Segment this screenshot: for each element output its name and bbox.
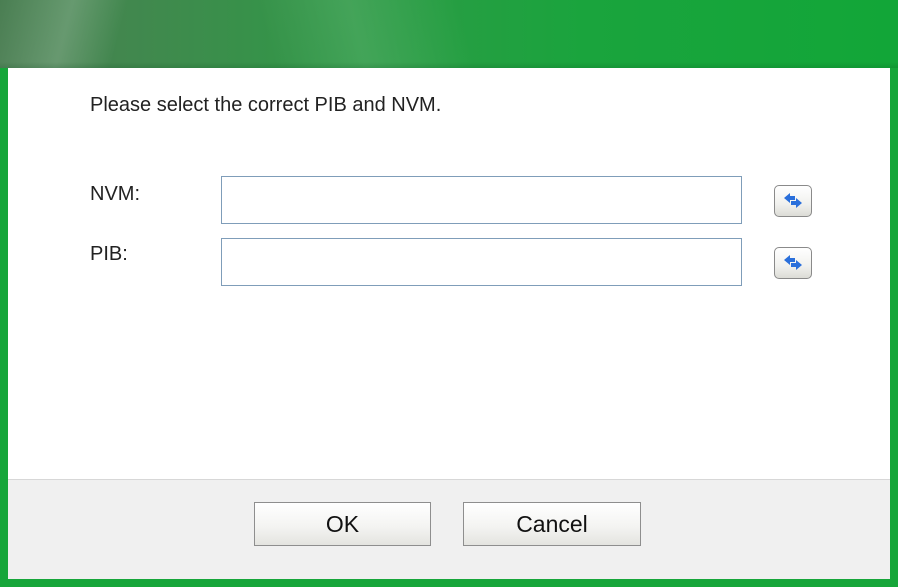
nvm-browse-button[interactable]: [774, 185, 812, 217]
nvm-input[interactable]: [221, 176, 742, 224]
button-bar: OK Cancel: [8, 479, 890, 579]
select-pib-nvm-dialog: Please select the correct PIB and NVM. N…: [0, 0, 898, 587]
ok-button[interactable]: OK: [254, 502, 431, 546]
swap-arrows-icon: [784, 193, 802, 208]
pib-browse-button[interactable]: [774, 247, 812, 279]
pib-input[interactable]: [221, 238, 742, 286]
cancel-button[interactable]: Cancel: [463, 502, 641, 546]
pib-label: PIB:: [90, 243, 128, 265]
title-bar[interactable]: [0, 0, 898, 68]
swap-arrows-icon: [784, 255, 802, 270]
nvm-label: NVM:: [90, 183, 140, 205]
instruction-text: Please select the correct PIB and NVM.: [90, 94, 442, 116]
